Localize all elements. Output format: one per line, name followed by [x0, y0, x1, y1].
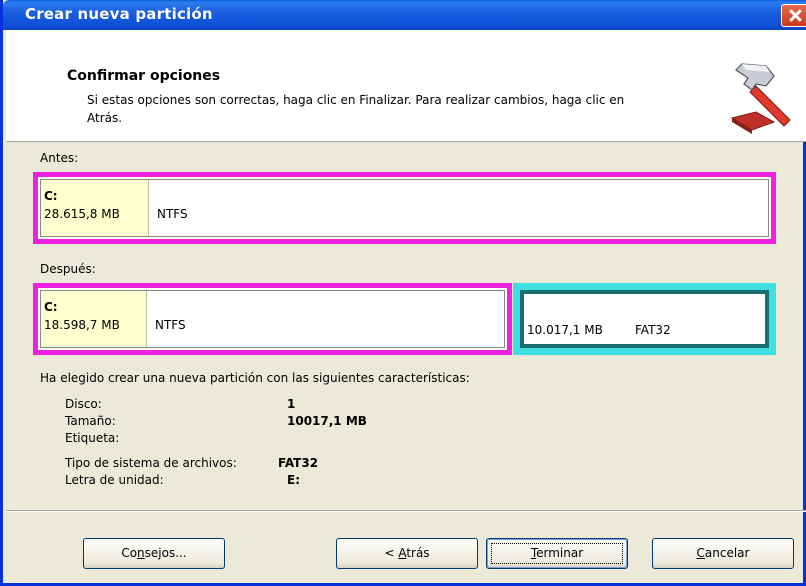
summary-intro: Ha elegido crear una nueva partición con…: [40, 371, 470, 385]
tips-button[interactable]: Consejos...: [83, 538, 225, 569]
partition-filesystem: NTFS: [157, 207, 188, 221]
after-partition-c[interactable]: C: 18.598,7 MB NTFS: [33, 283, 512, 355]
window-title: Crear nueva partición: [25, 5, 213, 23]
tips-label-post: sejos...: [144, 546, 187, 560]
partition-filesystem: NTFS: [155, 318, 186, 332]
title-bar[interactable]: Crear nueva partición: [3, 0, 806, 30]
new-partition-size: 10.017,1 MB: [527, 323, 603, 337]
wizard-header: Confirmar opciones Si estas opciones son…: [6, 30, 806, 142]
detail-key-drive-letter: Letra de unidad:: [65, 473, 164, 487]
footer-separator: [6, 510, 806, 512]
dialog-window: Crear nueva partición Confirmar opciones…: [0, 0, 806, 586]
drive-cell: C: 18.598,7 MB: [41, 291, 147, 347]
tips-label-mnemonic: n: [137, 546, 145, 560]
partition-inner: C: 28.615,8 MB NTFS: [40, 179, 769, 237]
detail-value-filesystem: FAT32: [278, 456, 319, 470]
detail-value-disk: 1: [287, 397, 296, 411]
detail-key-filesystem: Tipo de sistema de archivos:: [65, 456, 237, 470]
close-icon[interactable]: [781, 4, 806, 27]
new-partition[interactable]: 10.017,1 MB FAT32: [513, 283, 776, 355]
drive-letter: C:: [44, 189, 58, 203]
detail-key-label: Etiqueta:: [65, 431, 120, 445]
new-partition-frame: 10.017,1 MB FAT32: [520, 290, 769, 348]
partition-size: 18.598,7 MB: [44, 318, 120, 332]
after-label: Después:: [40, 262, 96, 276]
header-description: Si estas opciones son correctas, haga cl…: [87, 93, 625, 125]
cancel-label-mnemonic: C: [696, 546, 705, 560]
detail-key-size: Tamaño:: [65, 414, 116, 428]
before-label: Antes:: [40, 151, 79, 165]
detail-value-size: 10017,1 MB: [287, 414, 367, 428]
tips-label-pre: Co: [121, 546, 138, 560]
hammer-icon: [730, 63, 791, 134]
back-button[interactable]: < Atrás: [336, 538, 478, 569]
partition-inner: C: 18.598,7 MB NTFS: [40, 290, 505, 348]
focus-rect: [491, 543, 623, 564]
detail-key-disk: Disco:: [65, 397, 102, 411]
drive-cell: C: 28.615,8 MB: [41, 180, 149, 236]
detail-value-drive-letter: E:: [287, 473, 300, 487]
new-partition-filesystem: FAT32: [635, 323, 671, 337]
cancel-label-post: ancelar: [704, 546, 750, 560]
drive-letter: C:: [44, 300, 58, 314]
header-title: Confirmar opciones: [67, 68, 221, 84]
back-label-post: trás: [406, 546, 430, 560]
new-partition-area: 10.017,1 MB FAT32: [524, 294, 765, 344]
cancel-button[interactable]: Cancelar: [652, 538, 794, 569]
finish-button[interactable]: Terminar: [486, 538, 628, 569]
back-label-pre: <: [384, 546, 399, 560]
partition-size: 28.615,8 MB: [44, 207, 120, 221]
before-partition-c[interactable]: C: 28.615,8 MB NTFS: [33, 172, 776, 244]
